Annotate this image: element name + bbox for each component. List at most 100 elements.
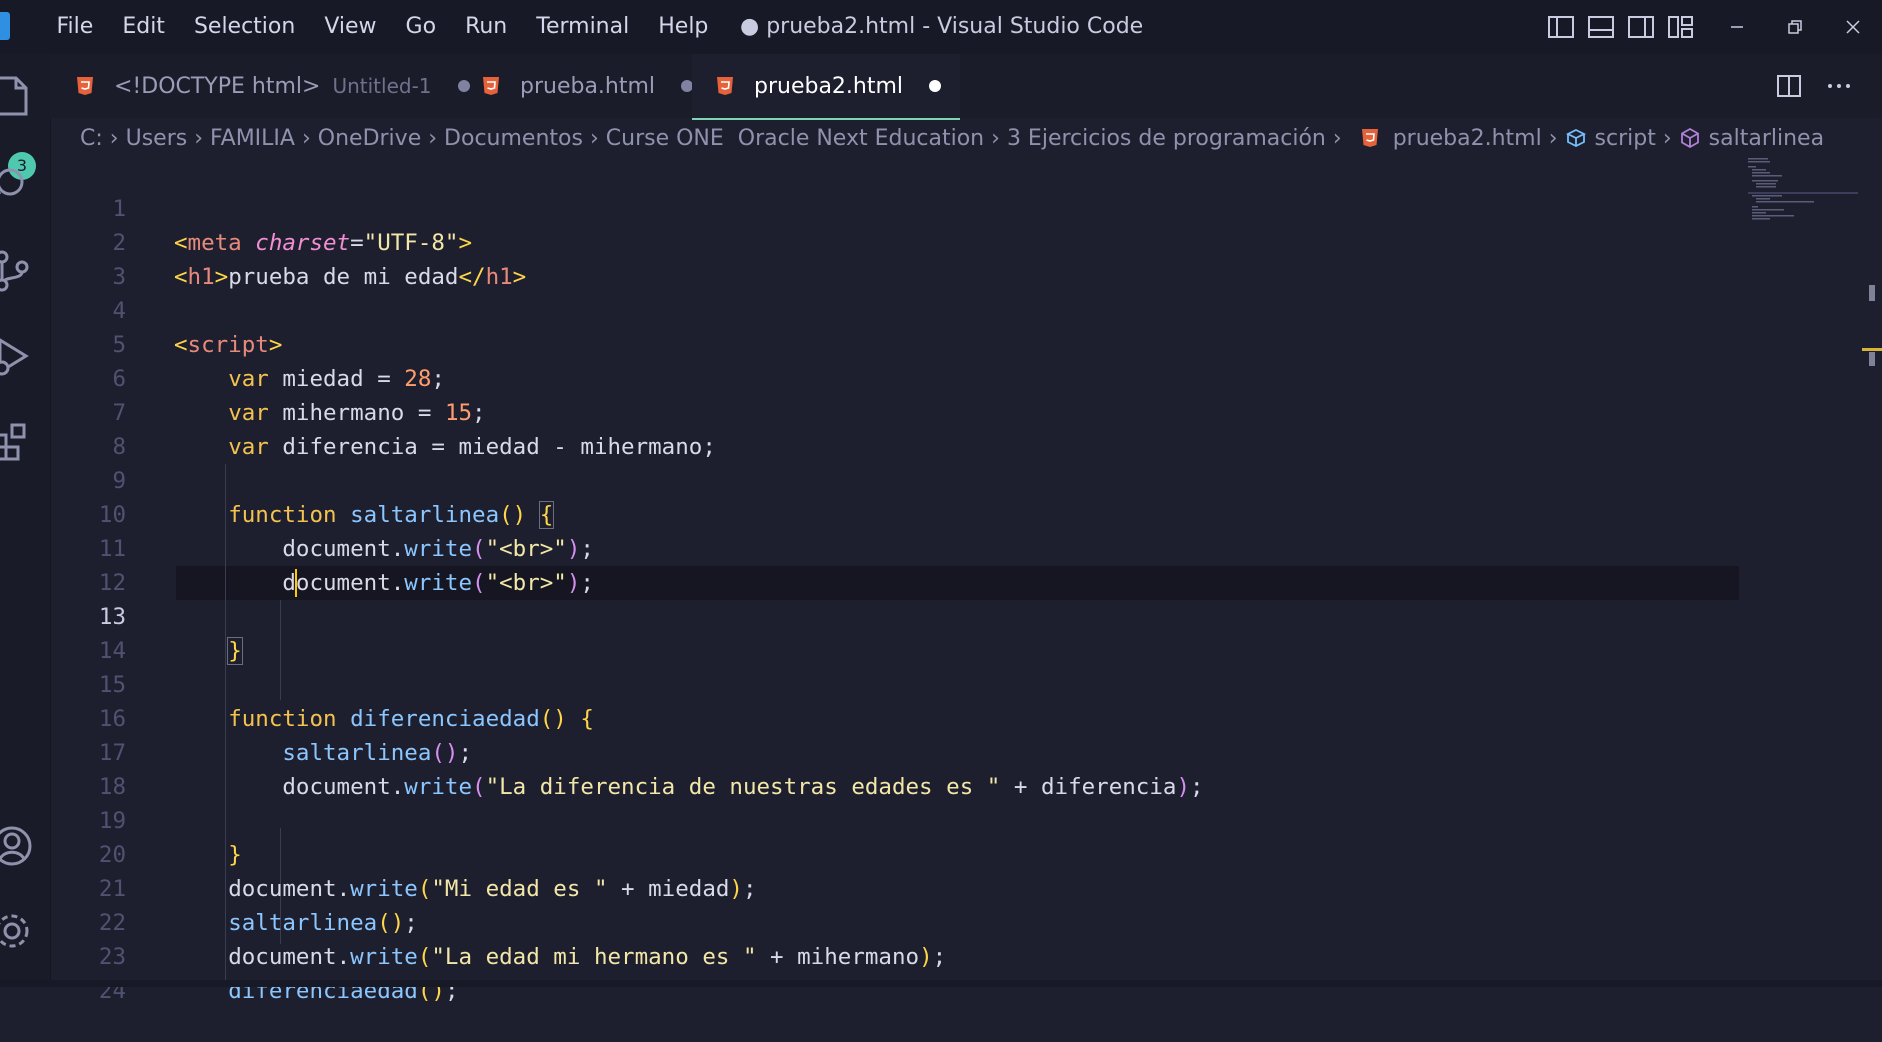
chevron-right-icon: › (428, 125, 438, 151)
extensions-icon[interactable] (0, 419, 34, 463)
tab-prueba2-html[interactable]: prueba2.html (692, 54, 960, 120)
settings-gear-icon[interactable] (0, 909, 34, 953)
run-debug-icon[interactable] (0, 334, 34, 378)
tab-description: Untitled-1 (332, 74, 432, 98)
code-line: 10 document.write("<br>"); (50, 464, 1750, 562)
html5-icon (1361, 129, 1378, 147)
html5-icon (77, 77, 93, 95)
code-line: 14 (50, 600, 1750, 664)
menu-edit[interactable]: Edit (108, 0, 180, 54)
close-window-button[interactable] (1824, 0, 1882, 54)
menu-selection[interactable]: Selection (179, 0, 309, 54)
menu-view[interactable]: View (310, 0, 391, 54)
code-line: 22 document.write("La edad mi hermano es… (50, 872, 1750, 970)
minimize-button[interactable] (1708, 0, 1766, 54)
chevron-right-icon: › (301, 125, 311, 151)
editor-actions (1776, 54, 1882, 118)
more-actions-icon[interactable] (1826, 73, 1852, 99)
code-line: 4 <script> (50, 260, 1750, 358)
unsaved-dot-icon[interactable] (929, 80, 942, 92)
code-line: 19 } (50, 770, 1750, 868)
window-title: ● prueba2.html - Visual Studio Code (740, 14, 1144, 39)
code-line: 3 (50, 226, 1750, 290)
tab-label: <!DOCTYPE html> (114, 73, 321, 99)
window-controls (1548, 0, 1882, 54)
menu-help[interactable]: Help (644, 0, 723, 54)
symbol-class-icon (1565, 128, 1586, 148)
restore-icon (1788, 20, 1802, 34)
split-editor-icon[interactable] (1776, 73, 1802, 99)
html5-icon (717, 77, 733, 95)
text-cursor (295, 569, 297, 597)
code-line: 9 function saltarlinea() { (50, 430, 1750, 529)
chevron-right-icon: › (1662, 125, 1672, 151)
scrollbar-cursor-marker (1862, 348, 1882, 351)
code-line: 7 var diferencia = miedad - mihermano; (50, 362, 1750, 460)
code-line: 6 var mihermano = 15; (50, 328, 1750, 426)
code-line: 18 (50, 736, 1750, 800)
minimize-icon (1731, 26, 1743, 28)
search-icon[interactable] (0, 164, 34, 208)
code-line: 2 <h1>prueba de mi edad</h1> (50, 192, 1750, 290)
code-line: 15 function diferenciaedad() { (50, 634, 1750, 732)
code-line: 12 (50, 532, 1750, 596)
menu-run[interactable]: Run (451, 0, 522, 54)
code-line: 24 (50, 940, 1750, 1004)
tab-prueba-html[interactable]: prueba.html (480, 54, 710, 118)
code-line: 16 saltarlinea(); (50, 668, 1750, 766)
menu-terminal[interactable]: Terminal (522, 0, 644, 54)
symbol-method-icon (1680, 127, 1699, 149)
unsaved-dot-icon[interactable] (457, 80, 470, 92)
code-line: 20 document.write("Mi edad es " + miedad… (50, 804, 1750, 902)
customize-layout-icon[interactable] (1668, 15, 1694, 39)
status-bar (0, 980, 1882, 987)
chevron-right-icon: › (589, 125, 599, 151)
code-line-current: 13 } (50, 566, 1750, 665)
source-control-icon[interactable] (0, 249, 34, 293)
account-icon[interactable] (0, 824, 34, 868)
menu-bar: File Edit Selection View Go Run Terminal… (42, 0, 723, 54)
chevron-right-icon: › (109, 125, 119, 151)
code-line: 17 document.write("La diferencia de nues… (50, 702, 1750, 800)
breadcrumb-item-familia[interactable]: FAMILIA (210, 126, 295, 151)
layout-sidebar-left-icon[interactable] (1548, 15, 1574, 39)
code-line: 11 document.write("<br>"); (50, 498, 1750, 596)
menu-file[interactable]: File (42, 0, 108, 54)
breadcrumb-item-saltarlinea[interactable]: saltarlinea (1709, 126, 1824, 151)
code-line: 21 saltarlinea(); (50, 838, 1750, 936)
layout-panel-icon[interactable] (1588, 15, 1614, 39)
breadcrumb-item-onedrive[interactable]: OneDrive (318, 126, 421, 151)
chevron-right-icon: › (991, 125, 1000, 151)
chevron-right-icon: › (194, 125, 204, 151)
tab-bar: <!DOCTYPE html> Untitled-1 prueba.html p… (50, 54, 1882, 120)
breadcrumb-item-script[interactable]: script (1595, 126, 1656, 151)
tab-untitled-1[interactable]: <!DOCTYPE html> Untitled-1 (74, 54, 474, 118)
close-icon (1846, 20, 1860, 34)
html5-icon (483, 77, 499, 95)
code-line: 1 <meta charset="UTF-8"> (50, 158, 1750, 256)
activity-bar: 3 (0, 54, 51, 987)
breadcrumb-item-ejercicios[interactable]: 3 Ejercicios de programación (1007, 126, 1326, 151)
code-line: 8 (50, 396, 1750, 460)
code-line: 5 var miedad = 28; (50, 294, 1750, 392)
vscode-logo[interactable] (0, 12, 10, 40)
minimap[interactable] (1748, 158, 1858, 238)
layout-sidebar-right-icon[interactable] (1628, 15, 1654, 39)
breadcrumb-item-documentos[interactable]: Documentos (444, 126, 583, 151)
code-editor[interactable]: 1 <meta charset="UTF-8"> 2 <h1>prueba de… (50, 158, 1882, 1004)
breadcrumb-item-drive[interactable]: C: (80, 126, 103, 151)
breadcrumb-item-users[interactable]: Users (126, 126, 188, 151)
tab-label: prueba2.html (754, 73, 904, 99)
menu-go[interactable]: Go (391, 0, 451, 54)
chevron-right-icon: › (1548, 125, 1558, 151)
explorer-icon[interactable] (0, 74, 34, 118)
scrollbar-thumb-lower[interactable] (1869, 352, 1875, 366)
breadcrumb: C: › Users › FAMILIA › OneDrive › Documentos… (80, 118, 1824, 158)
breadcrumb-item-course[interactable]: Curse ONE Oracle Next Education (606, 126, 984, 151)
code-line: 23 diferenciaedad(); (50, 906, 1750, 1004)
title-bar: File Edit Selection View Go Run Terminal… (0, 0, 1882, 54)
tab-label: prueba.html (520, 73, 656, 99)
scrollbar-thumb[interactable] (1869, 285, 1875, 301)
breadcrumb-item-file[interactable]: prueba2.html (1393, 126, 1542, 151)
restore-button[interactable] (1766, 0, 1824, 54)
